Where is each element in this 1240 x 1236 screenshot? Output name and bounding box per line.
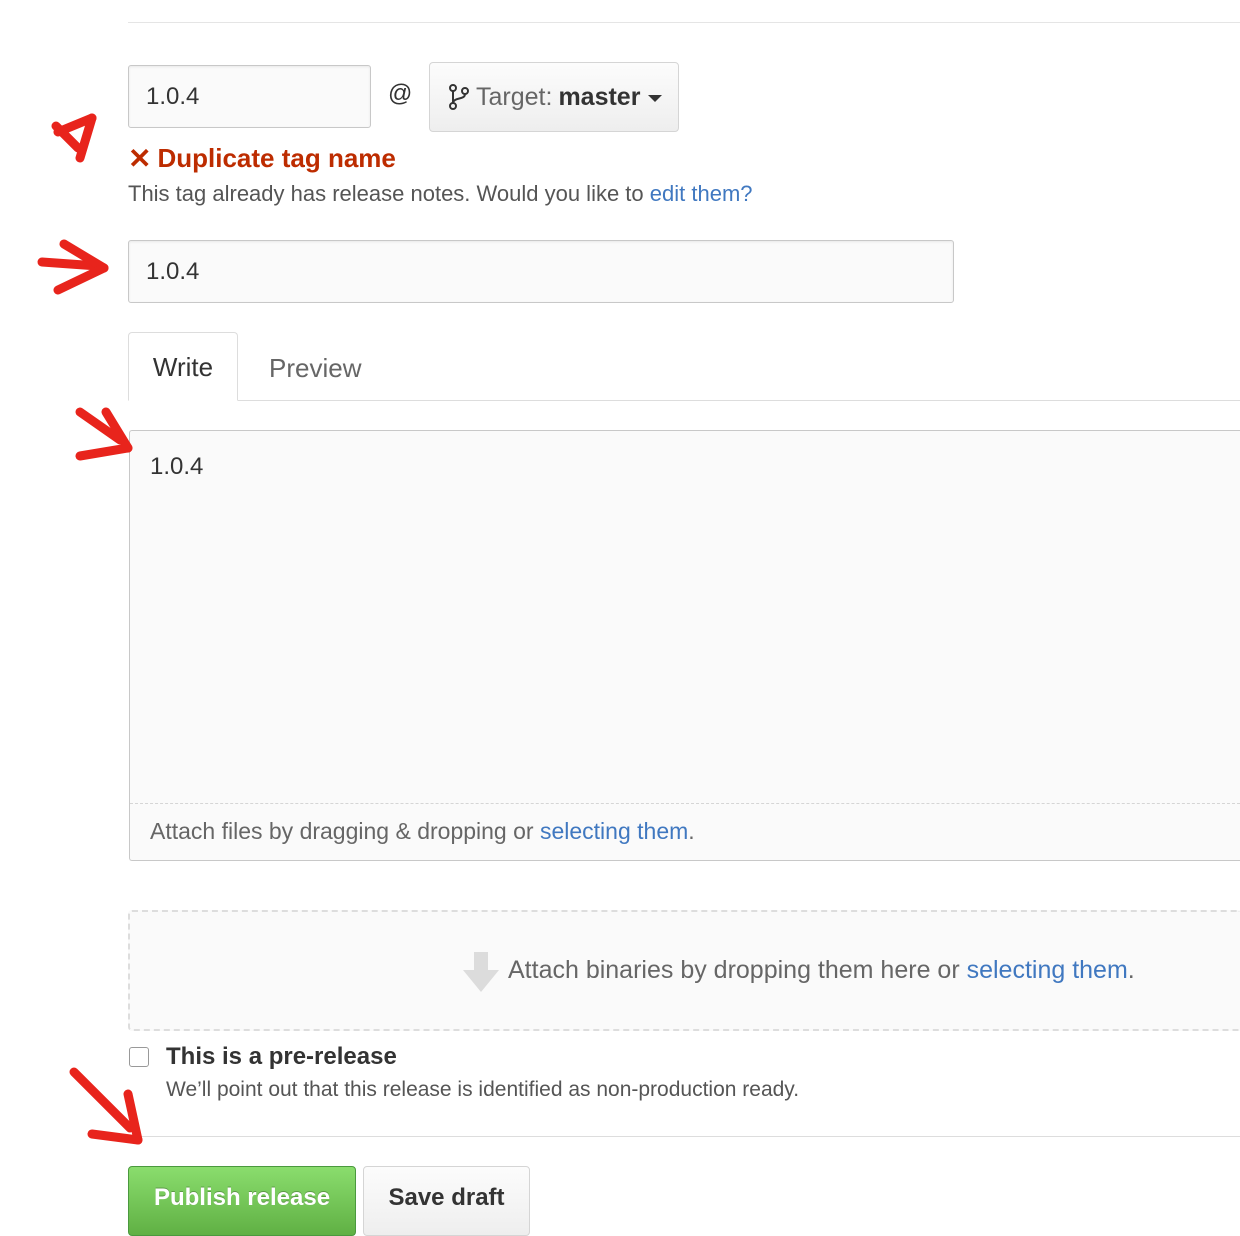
publish-release-button[interactable]: Publish release [128,1166,356,1236]
release-notes-text[interactable]: 1.0.4 [150,453,203,481]
actions-divider [128,1136,1240,1137]
annotation-arrow-icon [37,239,109,295]
at-symbol: @ [388,80,413,107]
attach-divider [130,803,1240,804]
binaries-dropzone[interactable]: Attach binaries by dropping them here or… [128,910,1240,1031]
error-help-text: This tag already has release notes. Woul… [128,181,753,207]
annotation-arrow-icon [75,407,133,461]
git-branch-icon [449,84,469,110]
binaries-period: . [1127,956,1135,984]
select-files-link[interactable]: selecting them [540,818,688,844]
select-binaries-link[interactable]: selecting them [967,956,1128,984]
binaries-text: Attach binaries by dropping them here or [508,956,967,984]
edit-them-link[interactable]: edit them? [650,181,753,206]
tag-version-input[interactable]: 1.0.4 [128,65,371,128]
annotation-arrow-icon [69,1067,143,1145]
binaries-hint: Attach binaries by dropping them here or… [508,956,1135,985]
release-notes-editor[interactable]: 1.0.4 Attach files by dragging & droppin… [129,430,1240,861]
attach-files-period: . [688,818,695,844]
error-message: Duplicate tag name [157,143,396,173]
tab-preview[interactable]: Preview [269,332,361,401]
target-branch-value: master [558,82,641,111]
error-help-text-body: This tag already has release notes. Woul… [128,181,650,206]
target-label: Target: [476,82,553,111]
attach-files-text: Attach files by dragging & dropping or [150,818,540,844]
release-title-input[interactable]: 1.0.4 [128,240,954,303]
prerelease-label[interactable]: This is a pre-release [166,1043,397,1071]
attach-files-hint: Attach files by dragging & dropping or s… [150,818,695,845]
prerelease-note: We’ll point out that this release is ide… [166,1078,800,1101]
x-icon: ✕ [128,142,152,174]
arrow-down-icon [463,952,499,992]
duplicate-tag-error: ✕ Duplicate tag name [128,143,396,174]
annotation-arrow-icon [51,113,97,163]
tab-write[interactable]: Write [128,332,238,401]
caret-down-icon [648,94,663,102]
top-divider [128,22,1240,23]
save-draft-button[interactable]: Save draft [363,1166,530,1236]
target-branch-button[interactable]: Target: master [429,62,679,132]
